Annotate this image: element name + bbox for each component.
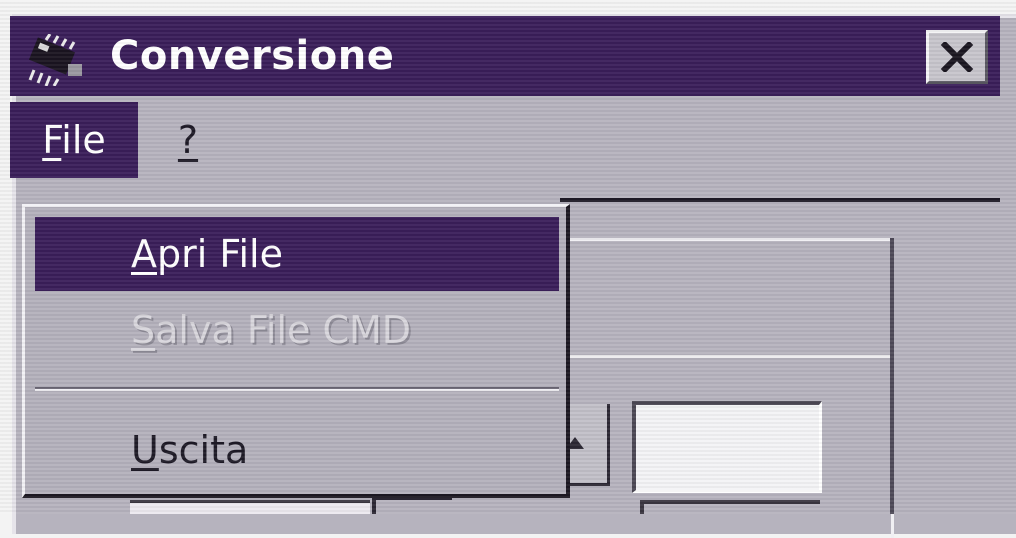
menu-help[interactable]: ? xyxy=(158,102,218,178)
menu-item-label: pri File xyxy=(157,232,283,276)
menu-file-label: ile xyxy=(61,118,106,162)
window-title: Conversione xyxy=(110,33,395,79)
menu-file-accel: F xyxy=(42,118,62,162)
menu-item-salva-file-cmd[interactable]: Salva File CMD xyxy=(35,293,559,367)
menu-item-apri-file[interactable]: Apri File xyxy=(35,217,559,291)
client-divider xyxy=(560,198,1000,202)
menu-bar: File ? xyxy=(10,96,1000,182)
bottom-field-right[interactable] xyxy=(640,500,820,514)
close-button[interactable] xyxy=(926,30,988,84)
close-icon xyxy=(940,42,974,72)
menu-item-accel: U xyxy=(131,428,159,472)
group-divider xyxy=(560,355,890,358)
group-box-edge xyxy=(890,238,894,514)
menu-separator xyxy=(35,387,559,391)
title-bar[interactable]: Conversione xyxy=(10,16,1000,96)
text-field[interactable] xyxy=(632,401,822,493)
menu-item-accel: A xyxy=(131,232,157,276)
menu-file[interactable]: File xyxy=(10,102,138,178)
chip-icon xyxy=(24,33,88,87)
menu-item-label: alva File CMD xyxy=(155,308,412,352)
menu-item-uscita[interactable]: Uscita xyxy=(35,413,559,487)
menu-item-label: scita xyxy=(158,428,249,472)
file-menu-dropdown: Apri File Salva File CMD Uscita xyxy=(22,204,570,498)
group-box xyxy=(560,238,894,538)
menu-item-accel: S xyxy=(131,308,156,352)
bottom-control[interactable] xyxy=(372,496,452,514)
bottom-field[interactable] xyxy=(130,500,370,514)
